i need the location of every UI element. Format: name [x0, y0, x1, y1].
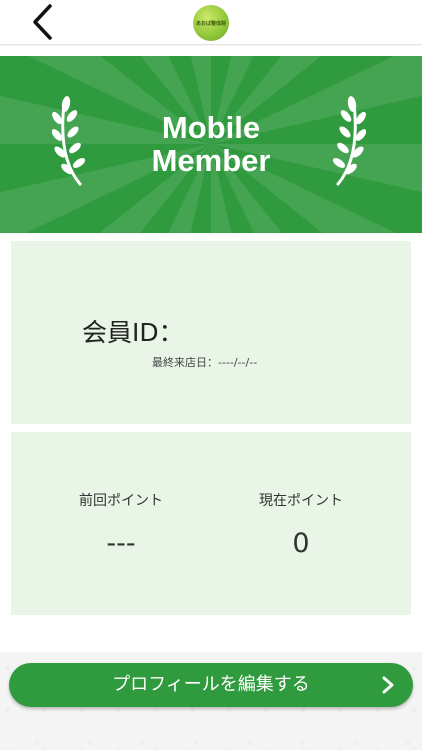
mobile-member-banner: Mobile Member	[0, 56, 422, 233]
banner-title-line2: Member	[151, 143, 271, 178]
last-visit-value: ----/--/--	[218, 356, 258, 369]
logo-text: あおば整体院	[195, 20, 226, 27]
previous-points-value: ---	[106, 528, 136, 559]
back-button[interactable]	[22, 0, 66, 44]
current-points-value: 0	[292, 528, 310, 559]
points-panel: 前回ポイント --- 現在ポイント 0	[11, 432, 411, 615]
banner-title-line1: Mobile	[161, 110, 261, 145]
edit-profile-label: プロフィールを編集する	[112, 674, 310, 695]
edit-profile-button[interactable]: プロフィールを編集する	[9, 663, 413, 707]
chevron-left-icon	[33, 4, 52, 40]
member-info-panel: 会員ID： 最終来店日：----/--/--	[11, 241, 411, 424]
current-points-label: 現在ポイント	[259, 493, 343, 509]
current-points: 現在ポイント 0	[201, 490, 401, 559]
member-id-label: 会員ID：	[82, 318, 184, 347]
previous-points-label: 前回ポイント	[79, 493, 163, 509]
clinic-logo: あおば整体院	[193, 5, 229, 41]
banner-title: Mobile Member	[0, 111, 422, 177]
last-visit-line: 最終来店日：----/--/--	[152, 354, 257, 370]
last-visit-label: 最終来店日：	[152, 356, 218, 369]
previous-points: 前回ポイント ---	[21, 490, 221, 559]
top-nav-bar: あおば整体院	[0, 0, 422, 45]
chevron-right-icon	[382, 676, 394, 694]
